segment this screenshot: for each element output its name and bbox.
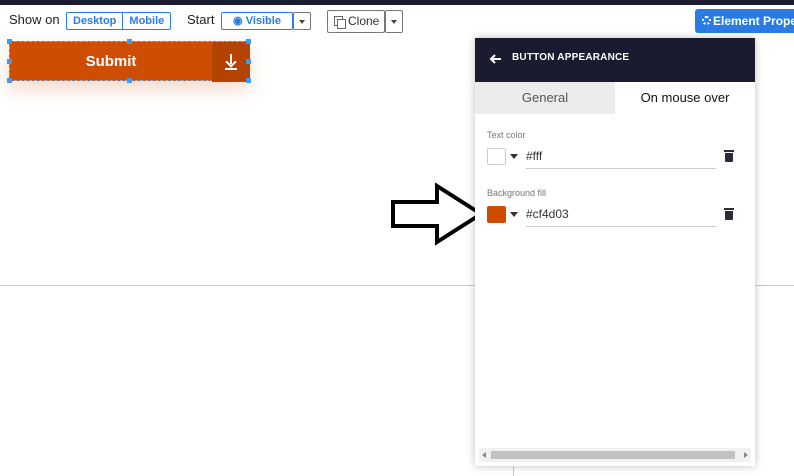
text-color-label: Text color bbox=[487, 130, 526, 140]
resize-handle[interactable] bbox=[7, 78, 12, 83]
caret-down-icon bbox=[299, 20, 305, 24]
resize-handle[interactable] bbox=[246, 39, 251, 44]
panel-title: BUTTON APPEARANCE bbox=[512, 52, 630, 63]
text-color-input[interactable]: #fff bbox=[526, 147, 716, 169]
show-on-label: Show on bbox=[9, 12, 60, 27]
download-icon-area bbox=[212, 42, 250, 82]
submit-button[interactable]: Submit bbox=[9, 41, 250, 82]
panel-header: BUTTON APPEARANCE bbox=[475, 38, 755, 82]
background-fill-label: Background fill bbox=[487, 188, 547, 198]
resize-handle[interactable] bbox=[246, 78, 251, 83]
toolbar: Show on Desktop Mobile Start ◉ Visible C… bbox=[0, 5, 794, 38]
visible-button-label: Visible bbox=[245, 15, 281, 27]
text-color-caret-icon[interactable] bbox=[510, 154, 518, 159]
visibility-dropdown-button[interactable] bbox=[293, 12, 311, 30]
start-label: Start bbox=[187, 12, 215, 27]
download-icon-base bbox=[225, 68, 237, 70]
visible-button[interactable]: ◉ Visible bbox=[221, 12, 293, 30]
tab-on-mouse-over[interactable]: On mouse over bbox=[615, 82, 755, 114]
copy-icon bbox=[334, 16, 346, 29]
panel-tabs: General On mouse over bbox=[475, 82, 755, 114]
resize-handle[interactable] bbox=[127, 78, 132, 83]
trash-icon[interactable] bbox=[724, 150, 734, 162]
pointer-arrow-icon bbox=[391, 182, 485, 246]
back-arrow-icon[interactable] bbox=[489, 52, 503, 66]
submit-element[interactable]: Submit bbox=[7, 39, 251, 83]
background-fill-input[interactable]: #cf4d03 bbox=[526, 205, 716, 227]
background-fill-swatch[interactable] bbox=[487, 206, 506, 223]
element-properties-label: Element Properties bbox=[713, 14, 794, 28]
caret-down-icon bbox=[391, 20, 397, 24]
mobile-button[interactable]: Mobile bbox=[122, 13, 170, 29]
horizontal-scrollbar[interactable] bbox=[479, 448, 751, 462]
resize-handle[interactable] bbox=[7, 39, 12, 44]
submit-button-label: Submit bbox=[85, 53, 137, 70]
eye-icon: ◉ bbox=[233, 15, 246, 27]
resize-handle[interactable] bbox=[246, 59, 251, 64]
resize-handle[interactable] bbox=[7, 59, 12, 64]
clone-button[interactable]: Clone bbox=[327, 10, 385, 33]
download-icon-head bbox=[225, 56, 237, 68]
trash-icon[interactable] bbox=[724, 208, 734, 220]
text-color-swatch[interactable] bbox=[487, 148, 506, 165]
button-appearance-panel: BUTTON APPEARANCE General On mouse over … bbox=[475, 38, 755, 466]
background-fill-caret-icon[interactable] bbox=[510, 212, 518, 217]
element-properties-button[interactable]: Element Properties bbox=[695, 9, 794, 33]
resize-handle[interactable] bbox=[127, 39, 132, 44]
scroll-left-icon[interactable] bbox=[482, 452, 486, 458]
gear-icon bbox=[702, 16, 711, 25]
scrollbar-thumb[interactable] bbox=[491, 451, 735, 459]
scroll-right-icon[interactable] bbox=[744, 452, 748, 458]
clone-dropdown-button[interactable] bbox=[385, 10, 403, 33]
clone-button-label: Clone bbox=[348, 14, 380, 28]
desktop-button[interactable]: Desktop bbox=[67, 13, 122, 29]
device-toggle: Desktop Mobile bbox=[66, 12, 172, 30]
tab-general[interactable]: General bbox=[475, 82, 615, 114]
